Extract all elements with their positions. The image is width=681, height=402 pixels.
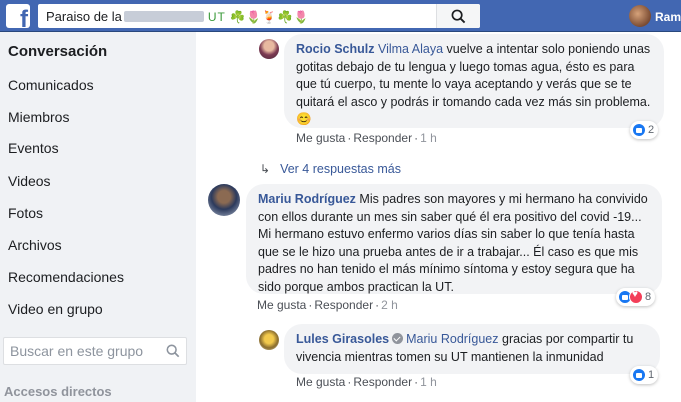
comment-bubble: Lules Girasoles Mariu Rodríguez gracias p… <box>284 324 660 374</box>
comment-time[interactable]: 2 h <box>381 298 398 312</box>
comment-actions: Me gusta · Responder · 1 h <box>296 375 437 389</box>
sidebar-item-archivos[interactable]: Archivos <box>8 237 62 253</box>
separator: · <box>308 298 313 312</box>
search-icon <box>451 9 466 24</box>
separator: · <box>347 131 352 145</box>
separator: · <box>347 375 352 389</box>
search-input[interactable]: Paraiso de la UT ☘️🌷🍹☘️🌷 <box>46 9 310 24</box>
commenter-avatar[interactable] <box>259 39 279 59</box>
sidebar-item-comunicados[interactable]: Comunicados <box>8 77 94 93</box>
reaction-count: 2 <box>648 124 655 136</box>
commenter-avatar[interactable] <box>208 184 240 216</box>
reaction-count: 8 <box>645 291 652 303</box>
reaction-summary[interactable]: 1 <box>630 366 659 384</box>
user-name[interactable]: Ram <box>655 10 681 24</box>
sidebar-item-recomendaciones[interactable]: Recomendaciones <box>8 269 124 285</box>
sidebar-item-fotos[interactable]: Fotos <box>8 205 43 221</box>
sidebar-item-video-en-grupo[interactable]: Video en grupo <box>8 301 103 317</box>
top-search-box[interactable]: Paraiso de la UT ☘️🌷🍹☘️🌷 <box>38 4 480 28</box>
more-replies-label: Ver 4 respuestas más <box>280 162 401 176</box>
comments-feed: Rocio Schulz Vilma Alaya vuelve a intent… <box>196 32 681 402</box>
shortcuts-heading: Accesos directos <box>4 384 112 399</box>
comment-mention[interactable]: Mariu Rodríguez <box>406 332 498 346</box>
comment-author[interactable]: Rocio Schulz <box>296 42 374 56</box>
comment-time[interactable]: 1 h <box>420 375 437 389</box>
separator: · <box>414 375 419 389</box>
view-more-replies-link[interactable]: ↳ Ver 4 respuestas más <box>260 162 401 176</box>
sidebar-item-videos[interactable]: Videos <box>8 173 51 189</box>
separator: · <box>375 298 380 312</box>
reaction-summary[interactable]: 2 <box>630 121 659 139</box>
facebook-logo-icon[interactable]: f <box>6 4 30 28</box>
smile-emoji-icon: 😊 <box>296 112 312 127</box>
comment-actions: Me gusta · Responder · 2 h <box>257 298 398 312</box>
like-reaction-icon <box>632 123 646 137</box>
user-avatar[interactable] <box>629 5 651 27</box>
blurred-text <box>123 11 204 22</box>
like-reaction-icon <box>632 368 646 382</box>
commenter-avatar[interactable] <box>259 330 279 350</box>
reaction-summary[interactable]: 8 <box>616 288 656 306</box>
group-search-input[interactable] <box>10 343 160 359</box>
sidebar-item-conversacion[interactable]: Conversación <box>8 43 107 60</box>
group-sidebar: Conversación Comunicados Miembros Evento… <box>0 32 196 402</box>
search-button[interactable] <box>436 4 480 28</box>
love-reaction-icon <box>629 289 643 304</box>
group-search-box[interactable] <box>3 337 187 365</box>
search-value: Paraiso de la <box>46 9 122 24</box>
like-link[interactable]: Me gusta <box>296 131 345 145</box>
comment-actions: Me gusta · Responder · 1 h <box>296 131 437 145</box>
reply-link[interactable]: Responder <box>314 298 373 312</box>
sidebar-item-eventos[interactable]: Eventos <box>8 140 59 156</box>
comment-time[interactable]: 1 h <box>420 131 437 145</box>
reply-link[interactable]: Responder <box>353 375 412 389</box>
like-link[interactable]: Me gusta <box>296 375 345 389</box>
reply-link[interactable]: Responder <box>353 131 412 145</box>
sidebar-item-miembros[interactable]: Miembros <box>8 109 69 125</box>
reply-arrow-icon: ↳ <box>260 162 271 176</box>
like-link[interactable]: Me gusta <box>257 298 306 312</box>
comment-author[interactable]: Lules Girasoles <box>296 332 389 346</box>
comment-text: Mis padres son mayores y mi hermano ha c… <box>258 192 648 294</box>
search-emoji: UT ☘️🌷🍹☘️🌷 <box>207 10 310 24</box>
top-navigation-bar: f Paraiso de la UT ☘️🌷🍹☘️🌷 Ram <box>0 0 681 32</box>
verified-badge-icon <box>392 333 404 344</box>
search-icon[interactable] <box>166 344 180 358</box>
reaction-count: 1 <box>648 369 655 381</box>
separator: · <box>414 131 419 145</box>
comment-mention[interactable]: Vilma Alaya <box>378 42 443 56</box>
comment-author[interactable]: Mariu Rodríguez <box>258 192 356 206</box>
comment-bubble: Rocio Schulz Vilma Alaya vuelve a intent… <box>284 34 664 128</box>
comment-bubble: Mariu Rodríguez Mis padres son mayores y… <box>246 184 662 294</box>
